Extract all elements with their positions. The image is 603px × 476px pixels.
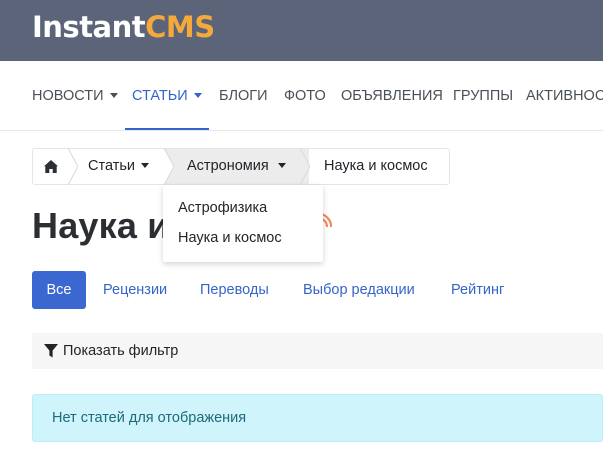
breadcrumb-item-articles[interactable]: Статьи <box>88 149 158 184</box>
nav-item-news[interactable]: НОВОСТИ <box>32 61 118 130</box>
breadcrumb-item-current: Наука и космос <box>324 149 448 184</box>
caret-down-icon <box>277 163 286 168</box>
nav-item-label: НОВОСТИ <box>32 88 104 104</box>
home-icon <box>44 160 58 173</box>
logo-part-instant: Instant <box>32 10 146 44</box>
nav-item-groups[interactable]: ГРУППЫ <box>453 61 514 130</box>
breadcrumb-separator-icon <box>300 148 310 185</box>
logo-part-cms: CMS <box>145 10 215 44</box>
breadcrumb-item-astronomy[interactable]: Астрономия <box>165 149 309 184</box>
nav-item-ads[interactable]: ОБЪЯВЛЕНИЯ <box>341 61 443 130</box>
nav-item-blogs[interactable]: БЛОГИ <box>219 61 268 130</box>
filter-icon <box>44 344 58 358</box>
tab-translations[interactable]: Переводы <box>200 271 269 309</box>
breadcrumb-label: Астрономия <box>187 158 269 174</box>
nav-item-label: ОБЪЯВЛЕНИЯ <box>341 88 443 104</box>
breadcrumb-separator-icon <box>68 148 78 185</box>
tab-reviews[interactable]: Рецензии <box>103 271 167 309</box>
nav-item-photo[interactable]: ФОТО <box>284 61 326 130</box>
caret-down-icon <box>109 93 118 98</box>
alert-text: Нет статей для отображения <box>52 410 247 426</box>
caret-down-icon <box>193 93 202 98</box>
breadcrumb-label: Наука и космос <box>324 158 428 174</box>
tab-all[interactable]: Все <box>32 271 86 309</box>
nav-item-label: БЛОГИ <box>219 88 268 104</box>
breadcrumb-label: Статьи <box>88 158 135 174</box>
nav-item-articles[interactable]: СТАТЬИ <box>125 61 209 130</box>
nav-item-label: СТАТЬИ <box>132 88 188 104</box>
tab-rating[interactable]: Рейтинг <box>451 271 504 309</box>
tab-editors-choice[interactable]: Выбор редакции <box>303 271 415 309</box>
filter-toggle[interactable]: Показать фильтр <box>32 333 603 369</box>
filter-label: Показать фильтр <box>63 343 179 359</box>
nav-item-label: ГРУППЫ <box>453 88 514 104</box>
main-nav: НОВОСТИ СТАТЬИ БЛОГИ ФОТО ОБЪЯВЛЕНИЯ ГРУ… <box>0 61 603 131</box>
nav-item-label: АКТИВНОСТЬ <box>526 88 603 104</box>
breadcrumb-separator-icon <box>164 148 174 185</box>
breadcrumb: Статьи Астрономия Наука и космос <box>32 148 450 185</box>
nav-item-activity[interactable]: АКТИВНОСТЬ <box>526 61 603 130</box>
dropdown-item-astrophysics[interactable]: Астрофизика <box>178 200 267 216</box>
nav-item-label: ФОТО <box>284 88 326 104</box>
breadcrumb-home[interactable] <box>33 149 69 184</box>
breadcrumb-dropdown-menu: Астрофизика Наука и космос <box>163 185 323 262</box>
empty-state-alert: Нет статей для отображения <box>32 394 603 442</box>
top-bar: InstantCMS <box>0 0 603 61</box>
caret-down-icon <box>141 163 149 168</box>
site-logo[interactable]: InstantCMS <box>32 10 215 44</box>
dropdown-item-science-space[interactable]: Наука и космос <box>178 230 282 246</box>
